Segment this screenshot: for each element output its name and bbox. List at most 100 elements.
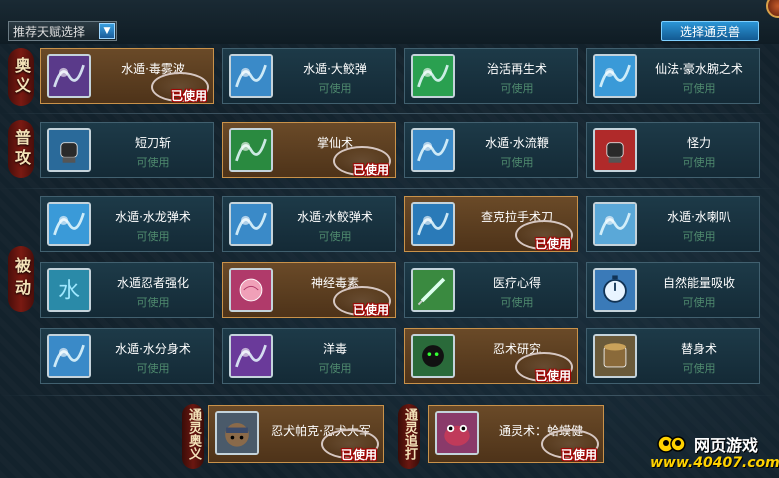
skill-card[interactable]: 忍术研究 已使用 <box>404 328 578 384</box>
water-whip-icon <box>411 128 455 172</box>
chevron-down-icon[interactable]: ▼ <box>99 23 115 39</box>
skill-card[interactable]: 查克拉手术刀 已使用 <box>404 196 578 252</box>
section-label-text: 通灵奥义 <box>186 408 201 460</box>
section-label-text: 通灵追打 <box>402 408 417 460</box>
poison-blade-icon <box>229 334 273 378</box>
skill-name: 仙法·豪水腕之术 <box>655 62 743 76</box>
section-label-text: 普攻 <box>12 129 31 169</box>
water-shark-icon <box>229 202 273 246</box>
divider <box>0 188 779 189</box>
section-label-text: 奥义 <box>12 57 31 97</box>
site-logo: 网页游戏 www.40407.com <box>650 432 779 474</box>
toad-icon <box>435 411 479 455</box>
available-status: 可使用 <box>136 362 170 375</box>
talent-select-dropdown[interactable]: 推荐天赋选择 ▼ <box>8 21 117 41</box>
shark-icon <box>229 54 273 98</box>
strength-fist-icon <box>593 128 637 172</box>
syringe-icon <box>411 268 455 312</box>
skill-name: 自然能量吸收 <box>662 276 735 290</box>
skill-card[interactable]: 通灵术：蛤蟆健 已使用 <box>428 405 604 463</box>
used-status: 已使用 <box>560 448 597 462</box>
available-status: 可使用 <box>682 296 716 309</box>
used-status: 已使用 <box>534 369 571 383</box>
divider <box>0 113 779 114</box>
available-status: 可使用 <box>136 230 170 243</box>
used-status: 已使用 <box>170 89 207 103</box>
skill-card[interactable]: 水遁·水龙弹术 可使用 <box>40 196 214 252</box>
skill-name: 水遁·水喇叭 <box>667 210 731 224</box>
available-status: 可使用 <box>136 296 170 309</box>
available-status: 可使用 <box>682 156 716 169</box>
skill-card[interactable]: 治活再生术 可使用 <box>404 48 578 104</box>
chakra-scalpel-icon <box>411 202 455 246</box>
divider <box>0 395 779 396</box>
skill-card[interactable]: 自然能量吸收 可使用 <box>586 262 760 318</box>
skill-name: 替身术 <box>680 342 717 356</box>
water-arm-icon <box>593 54 637 98</box>
available-status: 可使用 <box>682 82 716 95</box>
logo-mascot-icon <box>657 435 686 453</box>
section-label-ougi: 奥义 <box>8 48 34 106</box>
used-status: 已使用 <box>352 163 389 177</box>
section-label-text: 被动 <box>12 257 31 301</box>
skill-name: 水遁忍者强化 <box>116 276 189 290</box>
water-kanji-icon: 水 <box>47 268 91 312</box>
fist-icon <box>47 128 91 172</box>
skill-name: 水遁·水流鞭 <box>485 136 549 150</box>
ninja-dog-icon <box>215 411 259 455</box>
skill-name: 医疗心得 <box>492 276 541 290</box>
skill-card[interactable]: 水 水遁忍者强化 可使用 <box>40 262 214 318</box>
skill-name: 水遁·水鲛弹术 <box>297 210 373 224</box>
skill-card[interactable]: 水遁·水鲛弹术 可使用 <box>222 196 396 252</box>
available-status: 可使用 <box>318 230 352 243</box>
available-status: 可使用 <box>318 362 352 375</box>
available-status: 可使用 <box>318 82 352 95</box>
used-status: 已使用 <box>534 237 571 251</box>
select-summon-button[interactable]: 选择通灵兽 <box>661 21 759 41</box>
skill-name: 水遁·水龙弹术 <box>115 210 191 224</box>
available-status: 可使用 <box>500 296 534 309</box>
talent-select-label: 推荐天赋选择 <box>13 24 86 39</box>
skill-card[interactable]: 洋毒 可使用 <box>222 328 396 384</box>
logo-url: www.40407.com <box>650 455 779 471</box>
water-dragon-icon <box>47 202 91 246</box>
skill-card[interactable]: 水遁·水流鞭 可使用 <box>404 122 578 178</box>
skill-card[interactable]: 仙法·豪水腕之术 可使用 <box>586 48 760 104</box>
stopwatch-icon <box>593 268 637 312</box>
skill-card[interactable]: 水遁·大鲛弹 可使用 <box>222 48 396 104</box>
available-status: 可使用 <box>682 230 716 243</box>
used-status: 已使用 <box>352 303 389 317</box>
ninja-research-icon <box>411 334 455 378</box>
section-label-summon-ougi: 通灵奥义 <box>182 404 204 469</box>
skill-name: 洋毒 <box>322 342 347 356</box>
skill-card[interactable]: 替身术 可使用 <box>586 328 760 384</box>
skill-card[interactable]: 水遁·水分身术 可使用 <box>40 328 214 384</box>
skill-name: 短刀斩 <box>134 136 171 150</box>
svg-text:水: 水 <box>58 278 80 303</box>
skill-card[interactable]: 忍犬帕克·忍犬大军 已使用 <box>208 405 384 463</box>
skill-card[interactable]: 神经毒素 已使用 <box>222 262 396 318</box>
log-substitute-icon <box>593 334 637 378</box>
palm-heal-icon <box>229 128 273 172</box>
logo-title: 网页游戏 <box>694 436 759 455</box>
skill-card[interactable]: 医疗心得 可使用 <box>404 262 578 318</box>
section-label-passive: 被动 <box>8 246 34 312</box>
healing-hand-icon <box>411 54 455 98</box>
skill-name: 水遁·大鲛弹 <box>303 62 367 76</box>
skill-name: 治活再生术 <box>486 62 547 76</box>
skill-card[interactable]: 怪力 可使用 <box>586 122 760 178</box>
skill-card[interactable]: 水遁·水喇叭 可使用 <box>586 196 760 252</box>
section-label-normal: 普攻 <box>8 120 34 178</box>
skill-card[interactable]: 短刀斩 可使用 <box>40 122 214 178</box>
ice-spikes-icon <box>593 202 637 246</box>
skill-card[interactable]: 掌仙术 已使用 <box>222 122 396 178</box>
available-status: 可使用 <box>500 156 534 169</box>
available-status: 可使用 <box>136 156 170 169</box>
available-status: 可使用 <box>500 82 534 95</box>
skill-card[interactable]: 水遁·毒雾波 已使用 <box>40 48 214 104</box>
poison-mist-icon <box>47 54 91 98</box>
skill-name: 水遁·水分身术 <box>115 342 191 356</box>
section-label-summon-chase: 通灵追打 <box>398 404 420 469</box>
used-status: 已使用 <box>340 448 377 462</box>
water-clone-icon <box>47 334 91 378</box>
